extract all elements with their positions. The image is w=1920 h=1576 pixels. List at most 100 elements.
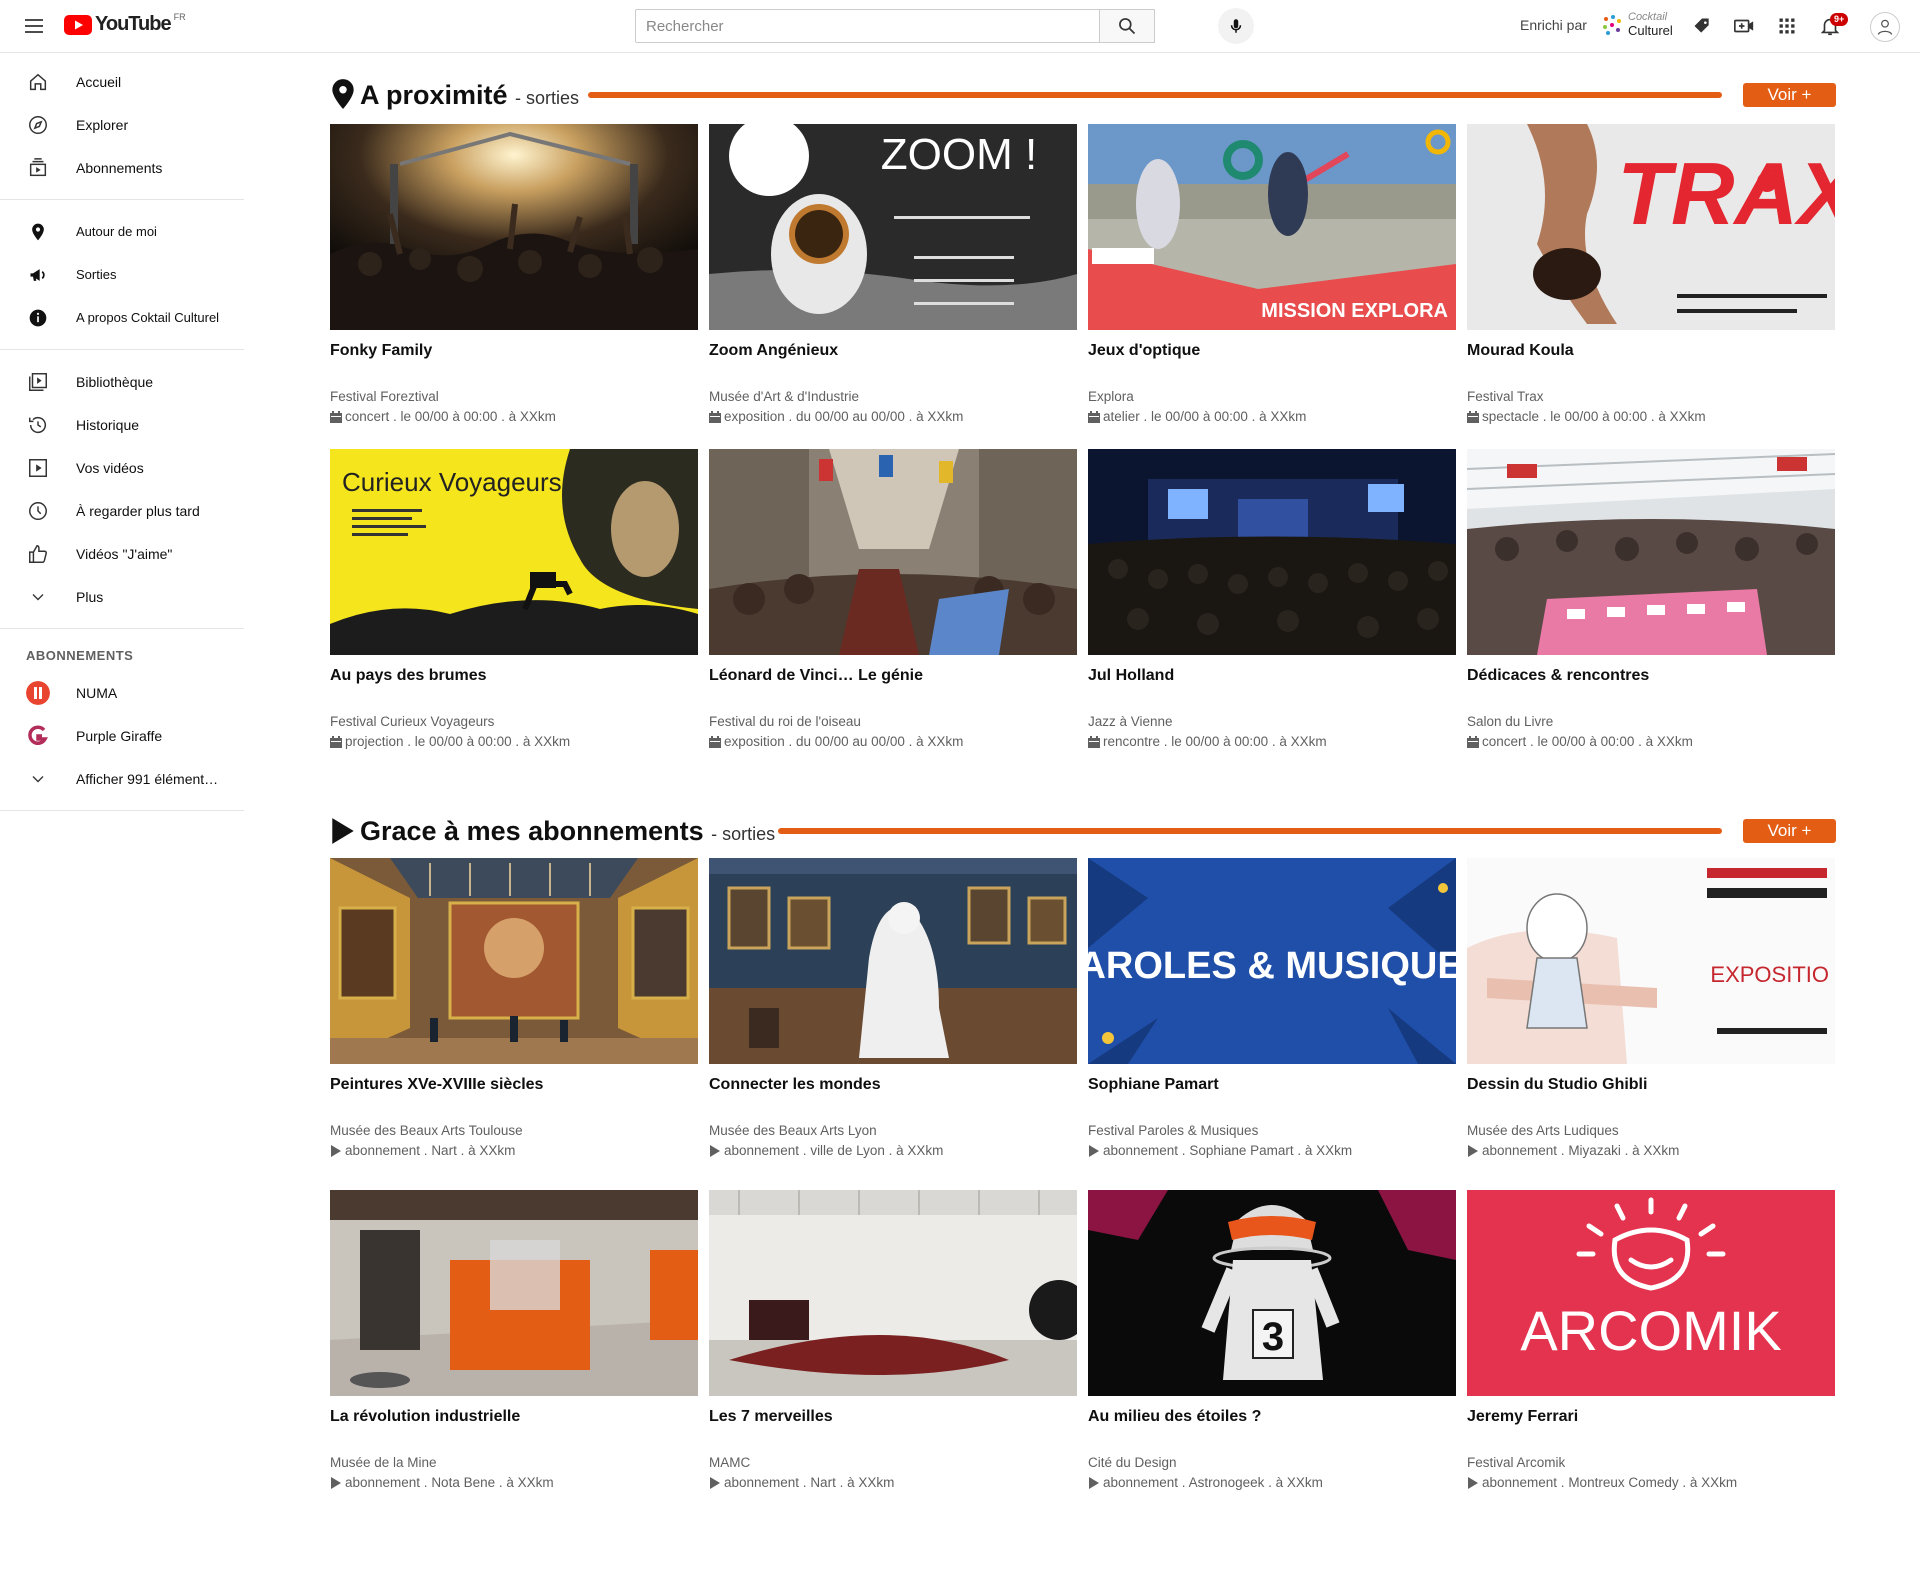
event-card[interactable]: ZOOM ! Zoom Angénieux Musée d'Art & d'In… (709, 124, 1077, 434)
card-title: Dessin du Studio Ghibli (1467, 1076, 1648, 1093)
card-meta: abonnement . Nart . à XXkm (330, 1143, 515, 1158)
apps-grid-icon[interactable] (1775, 14, 1799, 38)
subscriptions-heading: ABONNEMENTS (26, 647, 134, 663)
section-subtitle: - sorties (515, 88, 580, 108)
event-card[interactable]: Fonky Family Festival Foreztival concert… (330, 124, 698, 434)
event-card[interactable]: Connecter les mondes Musée des Beaux Art… (709, 858, 1077, 1168)
card-venue: Musée des Arts Ludiques (1467, 1123, 1619, 1138)
sidebar-item-label: À regarder plus tard (76, 502, 200, 519)
calendar-icon (330, 410, 342, 423)
card-title: Au milieu des étoiles ? (1088, 1408, 1262, 1425)
card-meta: exposition . du 00/00 au 00/00 . à XXkm (709, 409, 963, 424)
channel-avatar (26, 680, 50, 705)
event-card[interactable]: Jul Holland Jazz à Vienne rencontre . le… (1088, 449, 1456, 759)
clock-icon (26, 499, 50, 523)
search-button[interactable] (1099, 9, 1155, 43)
create-video-icon[interactable] (1732, 14, 1756, 38)
event-card[interactable]: MISSION EXPLORA Jeux d'optique Explora a… (1088, 124, 1456, 434)
enrichi-label: Enrichi par (1520, 17, 1587, 33)
event-card[interactable]: EXPOSITIO Dessin du Studio Ghibli Musée … (1467, 858, 1835, 1168)
top-bar: YouTube FR Enrichi par Cocktail Culturel… (0, 0, 1920, 53)
card-venue: Musée des Beaux Arts Lyon (709, 1123, 877, 1138)
sidebar-item-a-propos[interactable]: A propos Coktail Culturel (0, 296, 244, 339)
search-bar (635, 9, 1155, 43)
microphone-icon (1230, 19, 1242, 33)
thumbnail-trax: TRAX (1467, 124, 1835, 330)
info-icon (26, 306, 50, 330)
card-meta-text: abonnement . Montreux Comedy . à XXkm (1482, 1475, 1738, 1490)
sidebar-item-autour-de-moi[interactable]: Autour de moi (0, 210, 244, 253)
card-meta-text: projection . le 00/00 à 00:00 . à XXkm (345, 734, 571, 749)
event-card[interactable]: Curieux Voyageurs Au pays des brumes Fes… (330, 449, 698, 759)
sidebar-item-historique[interactable]: Historique (0, 403, 244, 446)
sidebar-channel-numa[interactable]: NUMA (0, 671, 244, 714)
event-card[interactable]: Peintures XVe-XVIIIe siècles Musée des B… (330, 858, 698, 1168)
sidebar: Accueil Explorer Abonnements Autour de m… (0, 60, 244, 821)
sidebar-item-sorties[interactable]: Sorties (0, 253, 244, 296)
hamburger-menu-icon[interactable] (22, 14, 46, 38)
coktail-culturel-logo[interactable]: Cocktail Culturel (1600, 11, 1680, 41)
event-card[interactable]: Dédicaces & rencontres Salon du Livre co… (1467, 449, 1835, 759)
sidebar-item-accueil[interactable]: Accueil (0, 60, 244, 103)
sidebar-item-label: NUMA (76, 684, 118, 701)
card-meta-text: abonnement . Miyazaki . à XXkm (1482, 1143, 1680, 1158)
card-meta-text: abonnement . Nota Bene . à XXkm (345, 1475, 554, 1490)
section-header-abonnements: Grace à mes abonnements - sorties Voir + (330, 812, 1836, 852)
event-card[interactable]: 3 Au milieu des étoiles ? Cité du Design… (1088, 1190, 1456, 1500)
thumbnail-text: Curieux Voyageurs (342, 467, 562, 497)
search-input[interactable] (635, 9, 1099, 43)
card-venue: Salon du Livre (1467, 714, 1554, 729)
card-meta-text: rencontre . le 00/00 à 00:00 . à XXkm (1103, 734, 1327, 749)
card-meta: abonnement . Montreux Comedy . à XXkm (1467, 1475, 1737, 1490)
card-venue: Explora (1088, 389, 1134, 404)
calendar-icon (1467, 410, 1479, 423)
partner-line1: Cocktail (1628, 11, 1668, 23)
sidebar-channel-purple-giraffe[interactable]: Purple Giraffe (0, 714, 244, 757)
sidebar-item-plus[interactable]: Plus (0, 575, 244, 618)
section-title-text: Grace à mes abonnements (360, 816, 704, 846)
notification-badge: 9+ (1830, 13, 1849, 26)
card-meta-text: concert . le 00/00 à 00:00 . à XXkm (1482, 734, 1693, 749)
location-pin-icon (26, 220, 50, 244)
sidebar-item-videos-jaime[interactable]: Vidéos "J'aime" (0, 532, 244, 575)
thumbnail-text: 3 (1262, 1315, 1284, 1359)
sidebar-item-label: Sorties (76, 267, 117, 282)
card-title: Jul Holland (1088, 667, 1175, 684)
sidebar-item-regarder-plus-tard[interactable]: À regarder plus tard (0, 489, 244, 532)
card-meta: concert . le 00/00 à 00:00 . à XXkm (1467, 734, 1693, 749)
thumbnail-zoom-angenieux: ZOOM ! (709, 124, 1077, 330)
event-card[interactable]: La révolution industrielle Musée de la M… (330, 1190, 698, 1500)
sidebar-item-abonnements[interactable]: Abonnements (0, 146, 244, 189)
brand-wordmark: YouTube (95, 13, 172, 35)
event-card[interactable]: PAROLES & MUSIQUES Sophiane Pamart Festi… (1088, 858, 1456, 1168)
card-meta: abonnement . Miyazaki . à XXkm (1467, 1143, 1679, 1158)
voir-plus-button[interactable]: Voir + (1743, 83, 1836, 107)
voice-search-button[interactable] (1218, 8, 1254, 44)
event-card[interactable]: TRAX Mourad Koula Festival Trax spectacl… (1467, 124, 1835, 434)
card-meta: abonnement . Astronogeek . à XXkm (1088, 1475, 1323, 1490)
event-card[interactable]: Les 7 merveilles MAMC abonnement . Nart … (709, 1190, 1077, 1500)
sidebar-item-explorer[interactable]: Explorer (0, 103, 244, 146)
card-meta-text: abonnement . ville de Lyon . à XXkm (724, 1143, 944, 1158)
sidebar-show-more[interactable]: Afficher 991 élément… (0, 757, 244, 800)
voir-plus-button[interactable]: Voir + (1743, 819, 1836, 843)
channel-avatar (26, 724, 50, 748)
youtube-logo[interactable]: YouTube FR (64, 12, 186, 36)
card-meta-text: spectacle . le 00/00 à 00:00 . à XXkm (1482, 409, 1706, 424)
calendar-icon (1467, 735, 1479, 748)
play-icon (709, 1144, 721, 1157)
megaphone-icon (26, 263, 50, 287)
card-venue: Cité du Design (1088, 1455, 1177, 1470)
sidebar-item-vos-videos[interactable]: Vos vidéos (0, 446, 244, 489)
card-title: Jeux d'optique (1088, 342, 1201, 359)
avatar[interactable] (1870, 12, 1900, 42)
sidebar-item-bibliotheque[interactable]: Bibliothèque (0, 360, 244, 403)
youtube-play-icon (64, 14, 92, 35)
event-card[interactable]: Léonard de Vinci… Le génie Festival du r… (709, 449, 1077, 759)
card-venue: Festival Trax (1467, 389, 1544, 404)
tag-icon[interactable] (1690, 14, 1714, 38)
calendar-icon (709, 735, 721, 748)
card-meta-text: concert . le 00/00 à 00:00 . à XXkm (345, 409, 556, 424)
card-title: Léonard de Vinci… Le génie (709, 667, 923, 684)
event-card[interactable]: ARCOMIK Jeremy Ferrari Festival Arcomik … (1467, 1190, 1835, 1500)
